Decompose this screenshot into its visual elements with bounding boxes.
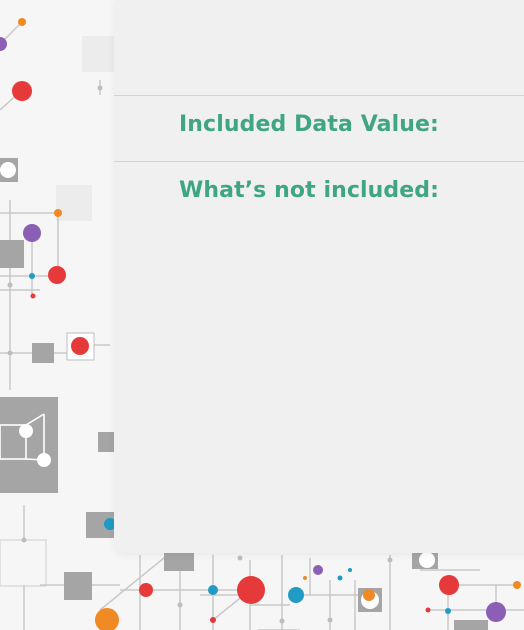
page-canvas: Included Data Value: What’s not included… — [0, 0, 524, 630]
included-data-value-heading: Included Data Value: — [179, 112, 439, 137]
whats-not-included-heading: What’s not included: — [179, 178, 440, 203]
divider-line — [114, 95, 524, 96]
content-panel: Included Data Value: What’s not included… — [114, 0, 524, 553]
divider-line — [114, 161, 524, 162]
